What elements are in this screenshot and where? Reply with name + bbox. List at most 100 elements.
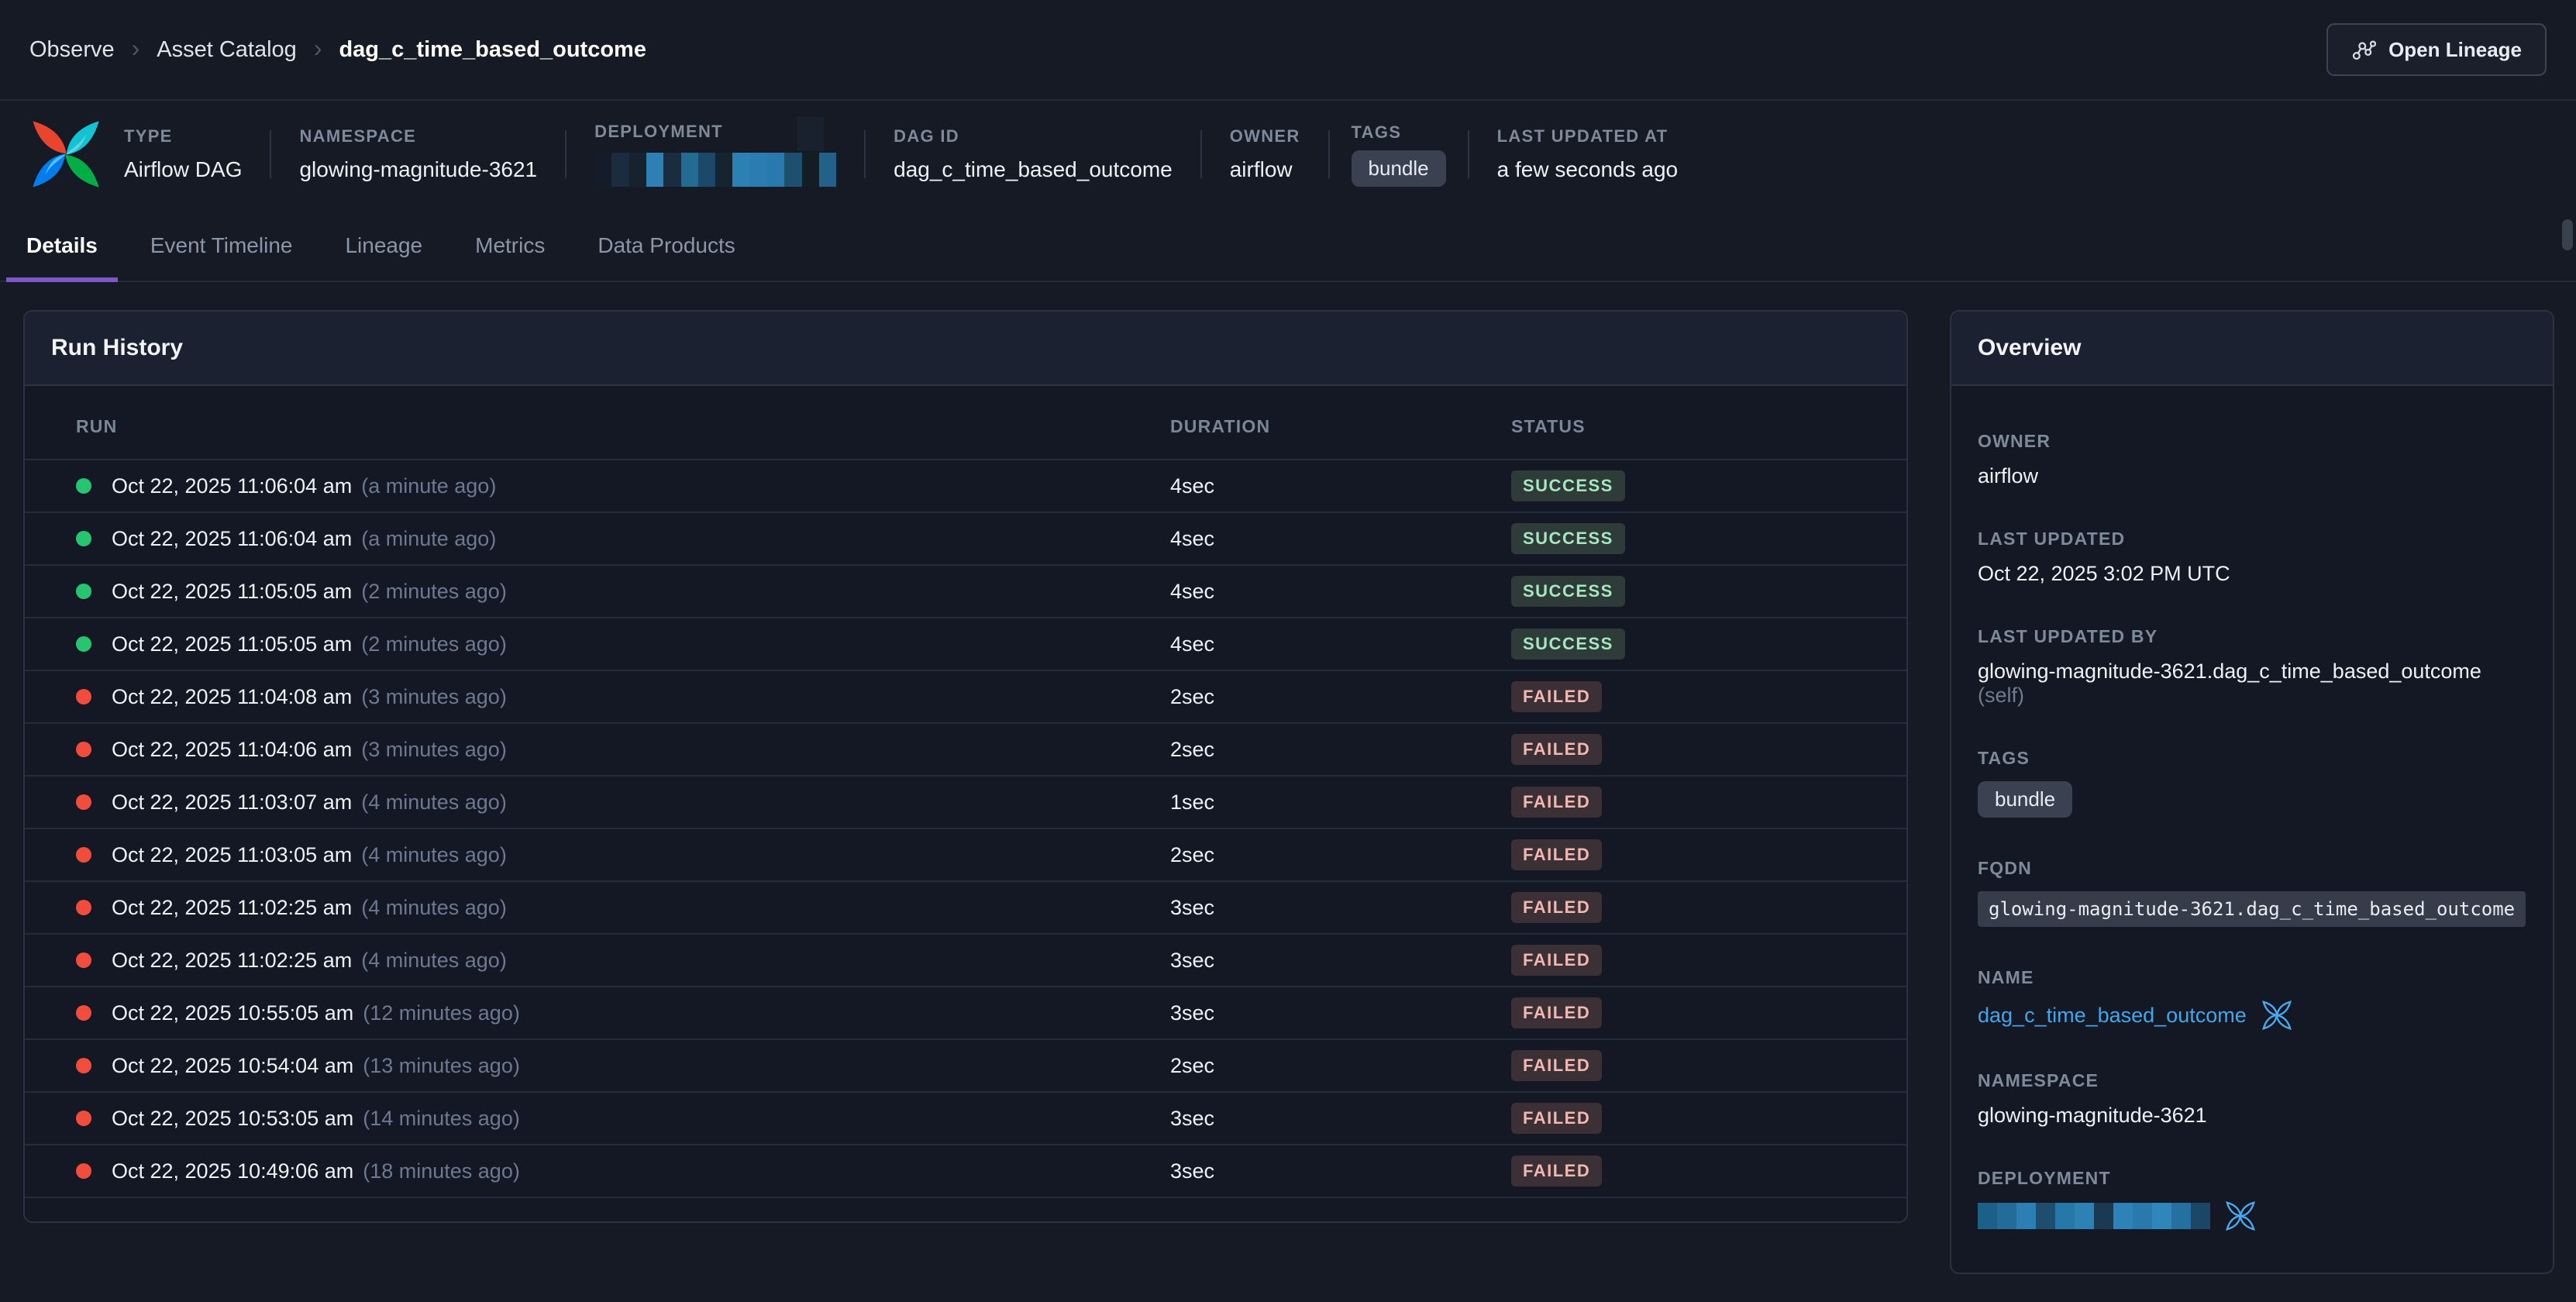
run-duration: 2sec <box>1170 843 1511 867</box>
name-link[interactable]: dag_c_time_based_outcome <box>1978 1004 2247 1028</box>
table-header-row: RUN DURATION STATUS <box>25 394 1906 460</box>
tag-badge[interactable]: bundle <box>1352 150 1446 187</box>
table-row[interactable]: Oct 22, 2025 11:03:07 am (4 minutes ago)… <box>25 777 1906 829</box>
overview-tags: TAGS bundle <box>1978 748 2526 818</box>
table-row[interactable]: Oct 22, 2025 11:03:05 am (4 minutes ago)… <box>25 829 1906 882</box>
run-time: Oct 22, 2025 10:53:05 am <box>112 1107 353 1131</box>
table-body: Oct 22, 2025 11:06:04 am (a minute ago) … <box>25 460 1906 1198</box>
table-row[interactable]: Oct 22, 2025 11:02:25 am (4 minutes ago)… <box>25 935 1906 987</box>
status-badge: SUCCESS <box>1511 523 1625 554</box>
overview-namespace-value: glowing-magnitude-3621 <box>1978 1104 2526 1128</box>
run-time-ago: (4 minutes ago) <box>361 790 507 815</box>
deployment-redacted-header <box>594 153 836 187</box>
run-time-ago: (a minute ago) <box>361 474 496 498</box>
run-time-ago: (13 minutes ago) <box>363 1054 520 1078</box>
tag-badge[interactable]: bundle <box>1978 781 2072 818</box>
overview-deployment: DEPLOYMENT <box>1978 1168 2526 1231</box>
run-status-dot <box>76 478 91 494</box>
overview-deployment-label: DEPLOYMENT <box>1978 1168 2526 1189</box>
table-row[interactable]: Oct 22, 2025 10:54:04 am (13 minutes ago… <box>25 1040 1906 1093</box>
tab-data-products[interactable]: Data Products <box>577 211 755 281</box>
run-time-ago: (12 minutes ago) <box>363 1001 520 1025</box>
table-row[interactable]: Oct 22, 2025 11:05:05 am (2 minutes ago)… <box>25 618 1906 671</box>
open-lineage-button[interactable]: Open Lineage <box>2326 23 2547 76</box>
breadcrumb-observe[interactable]: Observe <box>29 37 115 63</box>
run-time-ago: (4 minutes ago) <box>361 896 507 920</box>
overview-name: NAME dag_c_time_based_outcome <box>1978 967 2526 1030</box>
overview-owner-value: airflow <box>1978 464 2526 488</box>
meta-owner: OWNER airflow <box>1202 126 1328 182</box>
asset-meta-bar: TYPE Airflow DAG NAMESPACE glowing-magni… <box>0 101 2576 211</box>
top-bar: Observe › Asset Catalog › dag_c_time_bas… <box>0 0 2576 101</box>
overview-panel: Overview OWNER airflow LAST UPDATED Oct … <box>1950 310 2554 1274</box>
status-badge: FAILED <box>1511 734 1602 765</box>
column-run: RUN <box>76 416 1170 437</box>
table-row[interactable]: Oct 22, 2025 11:02:25 am (4 minutes ago)… <box>25 882 1906 935</box>
breadcrumb: Observe › Asset Catalog › dag_c_time_bas… <box>29 36 646 64</box>
table-row[interactable]: Oct 22, 2025 11:06:04 am (a minute ago) … <box>25 513 1906 566</box>
run-status-dot <box>76 794 91 810</box>
run-status-dot <box>76 1111 91 1126</box>
meta-namespace-label: NAMESPACE <box>299 126 537 146</box>
breadcrumb-asset-catalog[interactable]: Asset Catalog <box>157 37 297 63</box>
overview-body: OWNER airflow LAST UPDATED Oct 22, 2025 … <box>1951 386 2553 1273</box>
meta-namespace-value: glowing-magnitude-3621 <box>299 157 537 182</box>
run-time: Oct 22, 2025 11:05:05 am <box>112 632 352 656</box>
airflow-link-icon[interactable] <box>2262 1001 2292 1030</box>
run-duration: 1sec <box>1170 790 1511 815</box>
airflow-link-icon[interactable] <box>2226 1201 2255 1231</box>
tab-lineage[interactable]: Lineage <box>325 211 443 281</box>
status-badge: FAILED <box>1511 787 1602 818</box>
status-badge: FAILED <box>1511 997 1602 1028</box>
fqdn-code[interactable]: glowing-magnitude-3621.dag_c_time_based_… <box>1978 891 2526 927</box>
run-time: Oct 22, 2025 11:03:05 am <box>112 843 352 867</box>
table-row[interactable]: Oct 22, 2025 11:04:08 am (3 minutes ago)… <box>25 671 1906 724</box>
status-badge: SUCCESS <box>1511 576 1625 607</box>
overview-title: Overview <box>1951 312 2553 386</box>
open-lineage-label: Open Lineage <box>2388 38 2522 62</box>
run-time: Oct 22, 2025 11:05:05 am <box>112 580 352 604</box>
table-row[interactable]: Oct 22, 2025 10:53:05 am (14 minutes ago… <box>25 1093 1906 1145</box>
run-duration: 3sec <box>1170 1107 1511 1131</box>
chevron-right-icon: › <box>314 34 322 63</box>
table-row[interactable]: Oct 22, 2025 10:49:06 am (18 minutes ago… <box>25 1145 1906 1198</box>
table-row[interactable]: Oct 22, 2025 11:05:05 am (2 minutes ago)… <box>25 566 1906 618</box>
airflow-logo-icon <box>29 118 102 191</box>
run-time-ago: (4 minutes ago) <box>361 949 507 973</box>
run-duration: 2sec <box>1170 738 1511 762</box>
run-duration: 3sec <box>1170 896 1511 920</box>
scrollbar-thumb[interactable] <box>2562 219 2573 250</box>
run-status-dot <box>76 584 91 599</box>
overview-namespace: NAMESPACE glowing-magnitude-3621 <box>1978 1070 2526 1128</box>
meta-namespace: NAMESPACE glowing-magnitude-3621 <box>271 126 565 182</box>
meta-deployment: DEPLOYMENT <box>567 122 864 187</box>
run-time: Oct 22, 2025 11:02:25 am <box>112 949 352 973</box>
column-status: STATUS <box>1511 416 1875 437</box>
overview-last-updated-by: LAST UPDATED BY glowing-magnitude-3621.d… <box>1978 626 2526 708</box>
run-time-ago: (2 minutes ago) <box>361 580 507 604</box>
run-duration: 4sec <box>1170 580 1511 604</box>
run-duration: 2sec <box>1170 1054 1511 1078</box>
tab-event-timeline[interactable]: Event Timeline <box>130 211 313 281</box>
overview-tags-label: TAGS <box>1978 748 2526 769</box>
meta-owner-value: airflow <box>1230 157 1300 182</box>
table-row[interactable]: Oct 22, 2025 11:04:06 am (3 minutes ago)… <box>25 724 1906 777</box>
overview-last-updated-by-label: LAST UPDATED BY <box>1978 626 2526 647</box>
tab-details[interactable]: Details <box>6 211 118 281</box>
run-status-dot <box>76 1163 91 1179</box>
run-status-dot <box>76 952 91 968</box>
overview-name-label: NAME <box>1978 967 2526 988</box>
tab-metrics[interactable]: Metrics <box>455 211 565 281</box>
chevron-right-icon: › <box>132 34 140 63</box>
overview-fqdn-label: FQDN <box>1978 858 2526 879</box>
run-time: Oct 22, 2025 10:55:05 am <box>112 1001 353 1025</box>
run-status-dot <box>76 689 91 704</box>
status-badge: SUCCESS <box>1511 470 1625 501</box>
meta-tags-label: TAGS <box>1352 122 1446 143</box>
table-row[interactable]: Oct 22, 2025 11:06:04 am (a minute ago) … <box>25 460 1906 513</box>
overview-last-updated: LAST UPDATED Oct 22, 2025 3:02 PM UTC <box>1978 529 2526 586</box>
table-row[interactable]: Oct 22, 2025 10:55:05 am (12 minutes ago… <box>25 987 1906 1040</box>
run-time: Oct 22, 2025 10:49:06 am <box>112 1159 353 1183</box>
meta-type-label: TYPE <box>124 126 242 146</box>
run-time-ago: (4 minutes ago) <box>361 843 507 867</box>
